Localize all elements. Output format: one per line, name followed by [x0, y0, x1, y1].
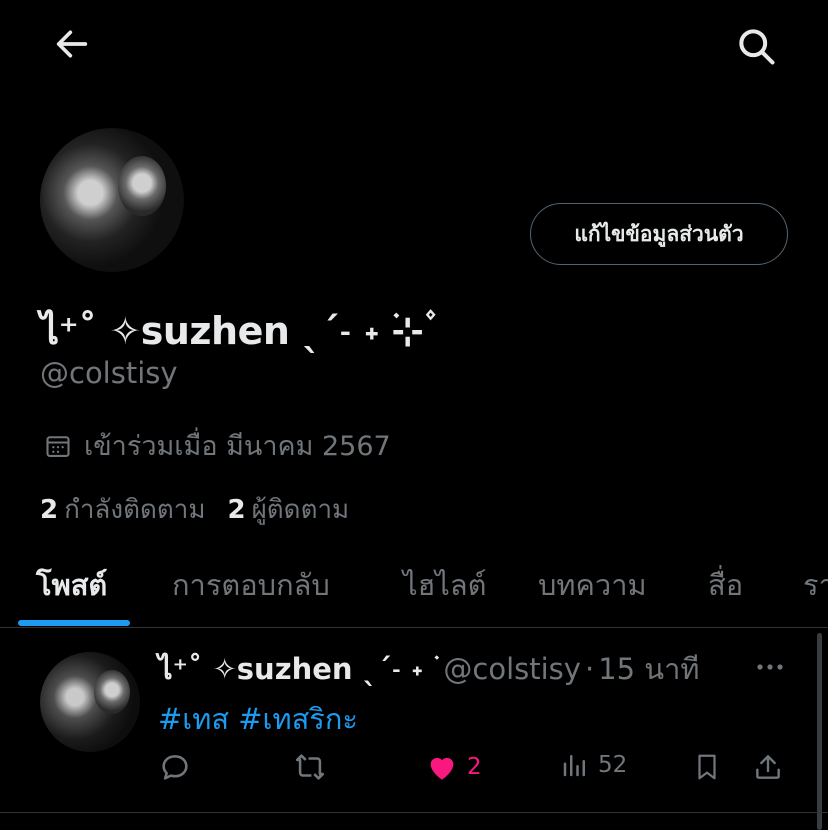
follow-stats: 2 กำลังติดตาม 2 ผู้ติดตาม [40, 489, 349, 530]
reply-button[interactable] [158, 750, 192, 784]
tab-media[interactable]: สื่อ [708, 562, 743, 608]
like-count: 2 [467, 754, 482, 780]
profile-display-name: ไ⁺˚ ✧suzhen ˎˊ˗ ˖ ࣪⊹ ۫ [40, 309, 434, 353]
post-timestamp[interactable]: 15 นาที [598, 646, 699, 692]
repost-button[interactable] [292, 750, 328, 784]
scrollbar[interactable] [817, 633, 822, 830]
followers-label: ผู้ติดตาม [251, 495, 350, 525]
tab-highlights[interactable]: ไฮไลต์ [403, 562, 486, 608]
bookmark-button[interactable] [692, 750, 722, 784]
tab-articles[interactable]: บทความ [538, 562, 647, 608]
post-divider [0, 812, 828, 813]
join-date: เข้าร่วมเมื่อ มีนาคม 2567 [44, 424, 391, 467]
post-author-name[interactable]: ไ⁺˚ ✧suzhen ˎˊ˗ ˖ ࣪ [158, 646, 433, 692]
followers-link[interactable]: 2 ผู้ติดตาม [227, 489, 349, 530]
view-count: 52 [598, 752, 628, 778]
share-button[interactable] [752, 750, 784, 784]
calendar-icon [46, 435, 70, 457]
tab-likes[interactable]: รา [803, 562, 828, 608]
more-horizontal-icon [757, 664, 783, 670]
views-chart-icon [563, 755, 585, 777]
post-author-handle[interactable]: @colstisy [443, 652, 581, 686]
active-tab-indicator [18, 620, 130, 626]
back-button[interactable] [52, 24, 92, 64]
post-header: ไ⁺˚ ✧suzhen ˎˊ˗ ˖ ࣪ @colstisy · 15 นาที [158, 646, 700, 692]
share-icon [756, 755, 780, 779]
following-count: 2 [40, 495, 59, 525]
reply-icon [162, 755, 188, 780]
heart-filled-icon [430, 757, 454, 780]
join-date-text: เข้าร่วมเมื่อ มีนาคม 2567 [84, 431, 391, 462]
following-link[interactable]: 2 กำลังติดตาม [40, 489, 205, 530]
profile-tabs: โพสต์ การตอบกลับ ไฮไลต์ บทความ สื่อ รา [0, 550, 828, 628]
profile-handle: @colstisy [40, 356, 178, 390]
repost-icon [295, 754, 325, 780]
tabs-divider [0, 627, 828, 628]
followers-count: 2 [227, 495, 246, 525]
post-text[interactable]: #เทส #เทสริกะ [158, 696, 358, 742]
post-separator: · [584, 652, 595, 686]
edit-profile-button[interactable]: แก้ไขข้อมูลส่วนตัว [530, 203, 788, 265]
post-more-button[interactable] [752, 652, 788, 682]
tab-posts[interactable]: โพสต์ [36, 562, 107, 608]
arrow-left-icon [56, 30, 88, 58]
like-button[interactable]: 2 [425, 750, 482, 784]
tab-replies[interactable]: การตอบกลับ [172, 562, 330, 608]
search-icon [739, 29, 775, 65]
post-avatar[interactable] [40, 652, 140, 752]
views-button[interactable]: 52 [560, 750, 627, 780]
profile-avatar[interactable] [40, 128, 184, 272]
following-label: กำลังติดตาม [64, 495, 206, 525]
bookmark-icon [698, 754, 716, 780]
search-button[interactable] [734, 24, 778, 68]
